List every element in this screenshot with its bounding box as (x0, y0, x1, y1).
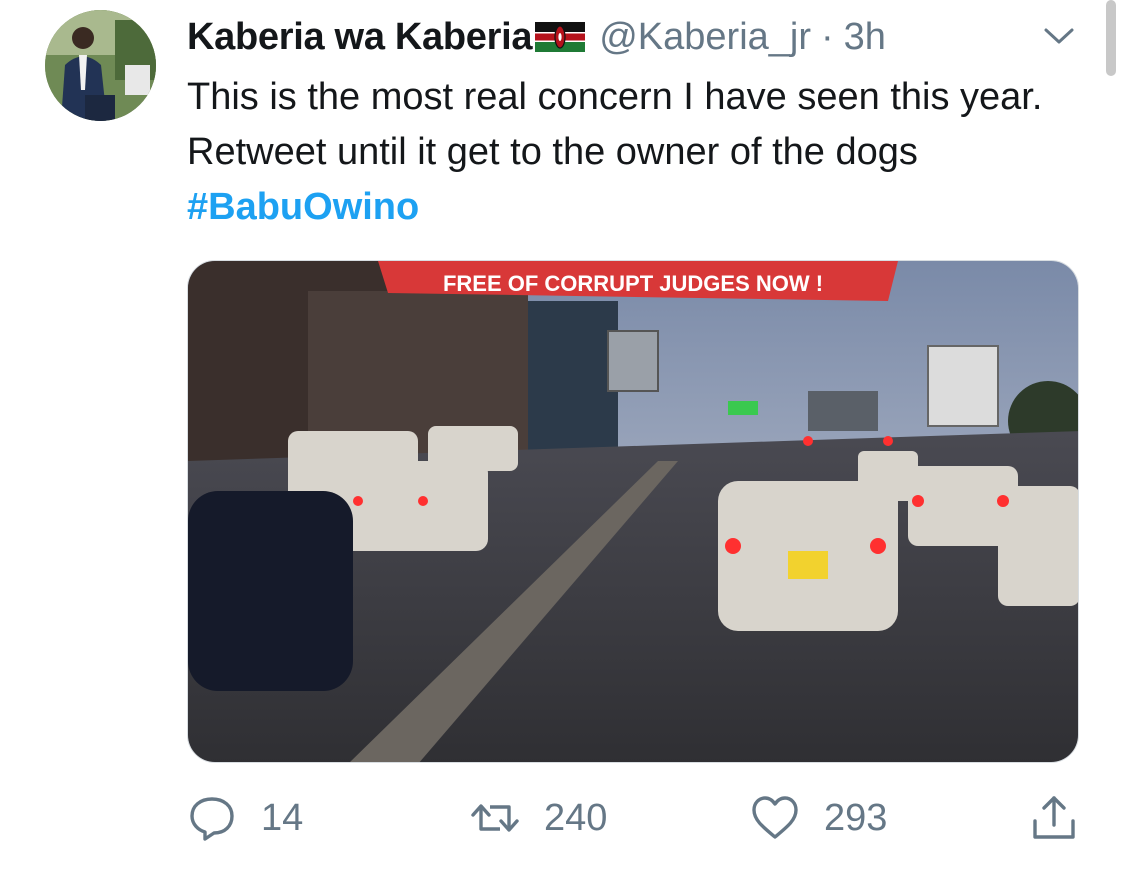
kenya-flag-icon (535, 22, 586, 52)
scrollbar[interactable] (1106, 0, 1116, 76)
chevron-down-icon[interactable] (1043, 22, 1075, 50)
avatar[interactable] (45, 10, 156, 121)
like-icon (752, 796, 798, 839)
retweet-count: 240 (544, 796, 608, 839)
author-name[interactable]: Kaberia wa Kaberia (187, 16, 533, 59)
tweet-text: This is the most real concern I have see… (187, 70, 1087, 235)
author-handle[interactable]: @Kaberia_jr (599, 16, 811, 59)
like-button[interactable]: 293 (750, 785, 887, 851)
hashtag-link[interactable]: #BabuOwino (187, 186, 419, 228)
reply-button[interactable]: 14 (187, 785, 303, 851)
share-button[interactable] (1029, 785, 1079, 851)
tweet-header: Kaberia wa Kaberia @Kaberia_jr · 3h (187, 12, 1087, 62)
retweet-button[interactable]: 240 (470, 785, 607, 851)
like-count: 293 (824, 796, 888, 839)
reply-icon (190, 797, 234, 841)
retweet-icon (471, 804, 519, 832)
tweet-timestamp[interactable]: 3h (844, 16, 886, 59)
tweet-media-image[interactable]: FREE OF CORRUPT JUDGES NOW ! (187, 260, 1079, 763)
avatar-photo (45, 10, 156, 121)
separator-dot: · (821, 15, 834, 58)
tweet-actions: 14 240 293 (187, 785, 1087, 855)
traffic-photo: FREE OF CORRUPT JUDGES NOW ! (188, 261, 1078, 762)
reply-count: 14 (261, 796, 304, 839)
banner-text: FREE OF CORRUPT JUDGES NOW ! (443, 271, 823, 296)
share-icon (1033, 796, 1075, 839)
tweet-body: This is the most real concern I have see… (187, 76, 1043, 173)
